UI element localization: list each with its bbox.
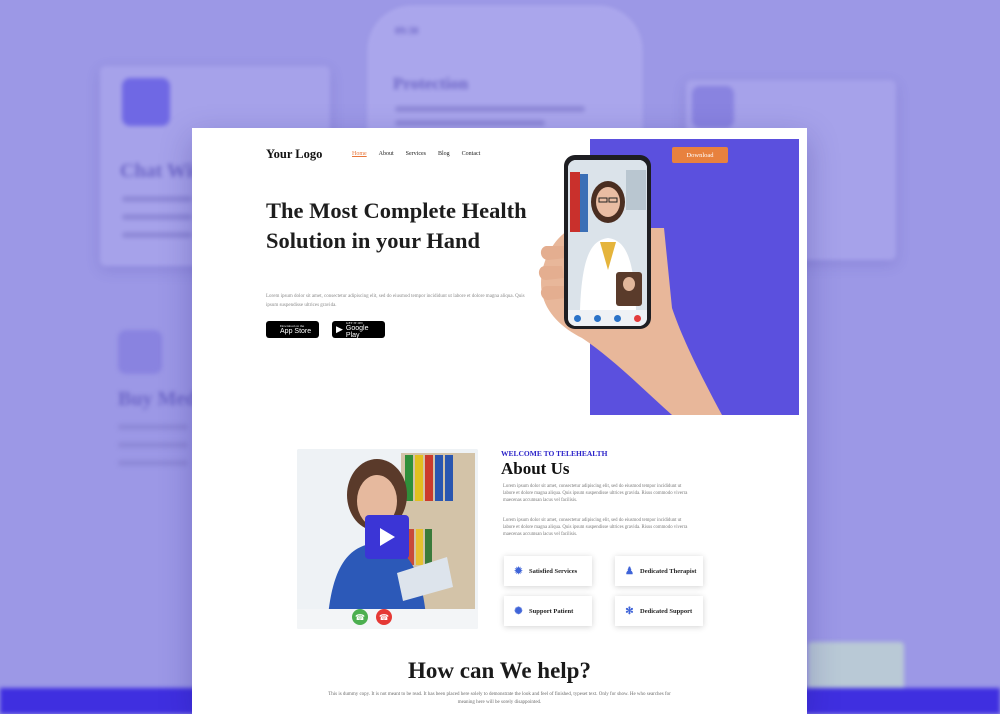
feature-label: Satisfied Services	[529, 567, 578, 575]
feature-dedicated-therapist[interactable]: ♟ Dedicated Therapist	[615, 556, 703, 586]
feature-label: Support Patient	[529, 607, 574, 615]
app-store-button[interactable]:  Download on the App Store	[266, 321, 319, 338]
video-icon[interactable]	[574, 314, 582, 322]
download-button[interactable]: Download	[672, 147, 728, 163]
support-icon: ✻	[625, 605, 634, 617]
bg-phone-heading: Protection	[393, 74, 469, 93]
therapist-icon: ♟	[625, 565, 634, 577]
google-play-button[interactable]: ▶ GET IT ON Google Play	[332, 321, 385, 339]
bg-phone-time: 09:30	[395, 26, 419, 37]
doctor-video-illustration	[568, 160, 647, 310]
about-eyebrow: WELCOME TO TELEHEALTH	[501, 449, 608, 458]
phone-call-controls	[568, 310, 647, 326]
nav-about[interactable]: About	[379, 151, 394, 157]
medicine-icon	[118, 330, 162, 374]
mic-icon[interactable]	[594, 314, 602, 322]
play-button[interactable]	[365, 515, 409, 559]
google-play-label: Google Play	[345, 324, 369, 339]
bg-card-buy-title: Buy Medi	[118, 388, 202, 410]
chat-icon[interactable]	[613, 314, 621, 322]
feature-support-patient[interactable]: ✺ Support Patient	[504, 596, 592, 626]
support-patient-icon: ✺	[514, 605, 523, 617]
feature-label: Dedicated Support	[640, 607, 693, 615]
nav-home[interactable]: Home	[352, 151, 367, 157]
about-video[interactable]: ☎ ☎	[297, 449, 478, 629]
about-title: About Us	[501, 459, 570, 478]
main-nav: Home About Services Blog Contact	[352, 151, 480, 157]
protection-icon	[692, 86, 734, 128]
about-paragraph-2: Lorem ipsum dolor sit amet, consectetur …	[503, 518, 688, 537]
feature-label: Dedicated Therapist	[640, 567, 697, 575]
logo[interactable]: Your Logo	[266, 147, 322, 162]
end-call-icon[interactable]	[633, 314, 641, 322]
nav-blog[interactable]: Blog	[438, 151, 450, 157]
service-icon: ✹	[514, 565, 523, 577]
feature-dedicated-support[interactable]: ✻ Dedicated Support	[615, 596, 703, 626]
phone-screen	[568, 160, 647, 326]
nav-services[interactable]: Services	[406, 151, 426, 157]
hero-description: Lorem ipsum dolor sit amet, consectetur …	[266, 294, 525, 308]
about-paragraph-1: Lorem ipsum dolor sit amet, consectetur …	[503, 484, 688, 503]
feature-satisfied-services[interactable]: ✹ Satisfied Services	[504, 556, 592, 586]
app-store-label: App Store	[273, 328, 311, 335]
bg-card-chat-title: Chat Wit	[120, 160, 199, 182]
accept-call-icon[interactable]: ☎	[352, 609, 368, 625]
chat-icon	[122, 78, 170, 126]
decline-call-icon[interactable]: ☎	[376, 609, 392, 625]
hero-title: The Most Complete Health Solution in you…	[266, 198, 527, 253]
help-description: This is dummy copy. It is not meant to b…	[328, 692, 671, 705]
nav-contact[interactable]: Contact	[462, 151, 481, 157]
play-store-icon: ▶	[336, 324, 343, 334]
landing-page: Your Logo Home About Services Blog Conta…	[192, 128, 807, 714]
apple-icon: 	[270, 325, 277, 334]
help-title: How can We help?	[408, 658, 591, 683]
play-icon	[380, 528, 395, 546]
